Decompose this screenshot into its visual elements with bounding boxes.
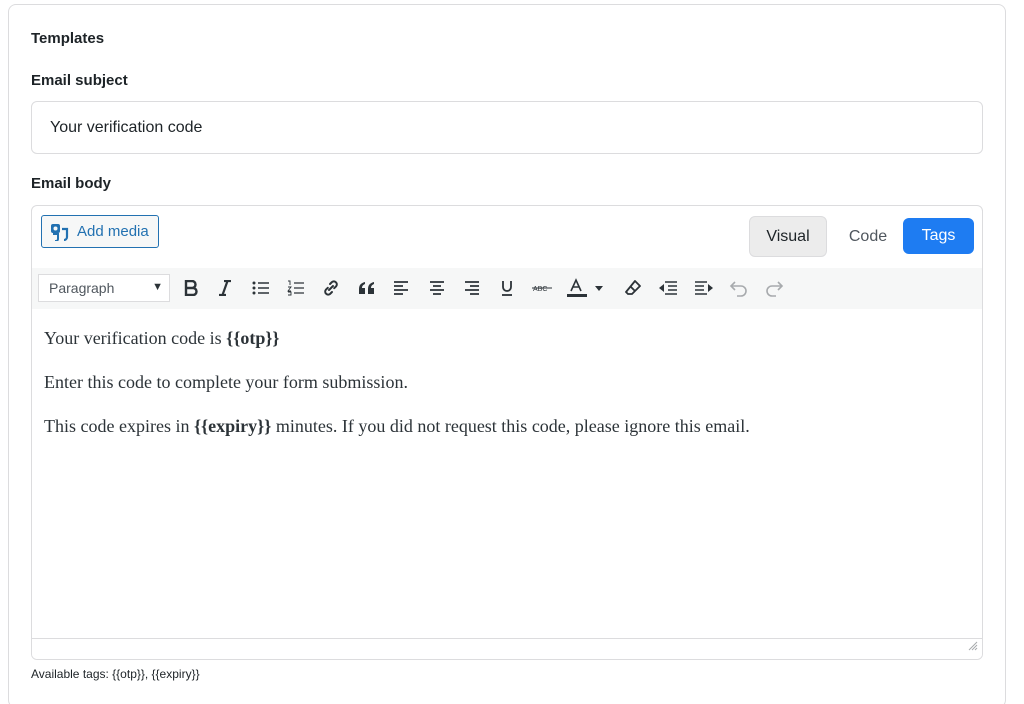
undo-icon[interactable]: [727, 276, 751, 300]
format-select-value: Paragraph: [49, 280, 115, 296]
format-select[interactable]: Paragraph ▼: [38, 274, 170, 302]
link-icon[interactable]: [319, 276, 343, 300]
strikethrough-icon[interactable]: ABC: [530, 276, 554, 300]
tab-tags[interactable]: Tags: [903, 218, 974, 254]
email-subject-label: Email subject: [31, 72, 128, 89]
body-paragraph: This code expires in {{expiry}} minutes.…: [44, 416, 750, 436]
email-body-label: Email body: [31, 175, 112, 192]
underline-icon[interactable]: [495, 276, 519, 300]
resize-handle-icon[interactable]: [968, 638, 978, 656]
align-left-icon[interactable]: [389, 276, 413, 300]
media-icon: [50, 223, 70, 241]
editor-tools: Add media Visual Code Tags: [32, 206, 982, 268]
available-tags-help: Available tags: {{otp}}, {{expiry}}: [31, 667, 200, 681]
email-subject-input[interactable]: [31, 101, 983, 154]
email-body-editor: Add media Visual Code Tags Paragraph ▼ A…: [31, 205, 983, 660]
align-right-icon[interactable]: [460, 276, 484, 300]
blockquote-icon[interactable]: [355, 276, 379, 300]
formatting-toolbar: Paragraph ▼ ABC: [32, 268, 982, 309]
text-color-dropdown-icon[interactable]: [591, 276, 607, 300]
editor-status-bar: [32, 638, 982, 659]
text-color-icon[interactable]: [565, 276, 589, 300]
otp-tag: {{otp}}: [226, 328, 280, 348]
indent-icon[interactable]: [692, 276, 716, 300]
redo-icon[interactable]: [762, 276, 786, 300]
body-paragraph: Your verification code is {{otp}}: [44, 328, 280, 348]
section-title: Templates: [31, 30, 105, 47]
numbered-list-icon[interactable]: [284, 276, 308, 300]
italic-icon[interactable]: [213, 276, 237, 300]
clear-formatting-icon[interactable]: [621, 276, 645, 300]
align-center-icon[interactable]: [425, 276, 449, 300]
body-paragraph: Enter this code to complete your form su…: [44, 372, 408, 392]
outdent-icon[interactable]: [656, 276, 680, 300]
add-media-button[interactable]: Add media: [41, 215, 159, 248]
editor-content[interactable]: Your verification code is {{otp}} Enter …: [44, 327, 964, 459]
svg-text:ABC: ABC: [533, 286, 547, 293]
bulleted-list-icon[interactable]: [249, 276, 273, 300]
add-media-label: Add media: [77, 223, 149, 240]
tab-code[interactable]: Code: [836, 216, 900, 257]
chevron-down-icon: ▼: [152, 281, 163, 293]
bold-icon[interactable]: [179, 276, 203, 300]
expiry-tag: {{expiry}}: [193, 416, 272, 436]
tab-visual[interactable]: Visual: [749, 216, 827, 257]
